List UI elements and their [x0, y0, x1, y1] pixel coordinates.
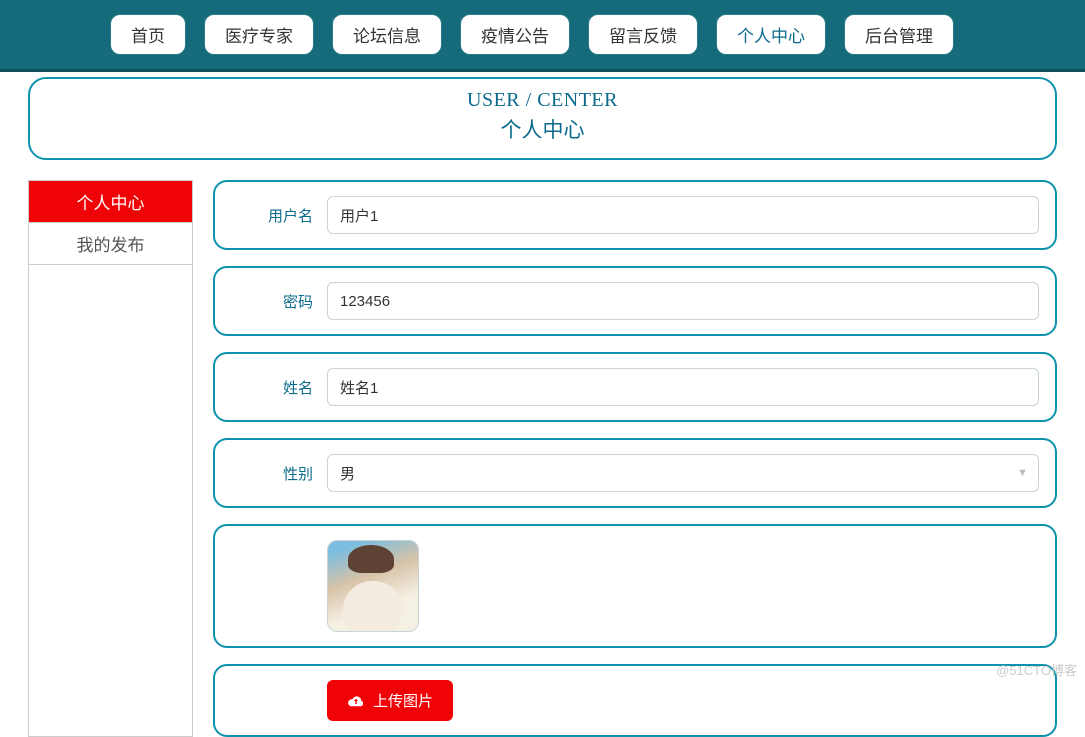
- avatar[interactable]: [327, 540, 419, 632]
- page-title-en: USER / CENTER: [30, 89, 1055, 112]
- form-row-username: 用户名: [213, 180, 1057, 250]
- sidebar-item-user-center[interactable]: 个人中心: [29, 181, 192, 223]
- form-row-password: 密码: [213, 266, 1057, 336]
- select-gender-value: 男: [340, 463, 355, 484]
- page-title-cn: 个人中心: [30, 114, 1055, 144]
- label-name: 姓名: [215, 377, 327, 398]
- chevron-down-icon: ▼: [1017, 467, 1028, 479]
- form-row-gender: 性别 男 ▼: [213, 438, 1057, 508]
- nav-experts[interactable]: 医疗专家: [204, 14, 314, 55]
- nav-announce[interactable]: 疫情公告: [460, 14, 570, 55]
- nav-admin[interactable]: 后台管理: [844, 14, 954, 55]
- form-row-name: 姓名: [213, 352, 1057, 422]
- select-gender[interactable]: 男 ▼: [327, 454, 1039, 492]
- cloud-upload-icon: [347, 694, 365, 708]
- sidebar: 个人中心 我的发布: [28, 180, 193, 737]
- watermark: @51CTO博客: [996, 660, 1077, 679]
- label-username: 用户名: [215, 205, 327, 226]
- nav-feedback[interactable]: 留言反馈: [588, 14, 698, 55]
- upload-image-button[interactable]: 上传图片: [327, 680, 453, 721]
- nav-user-center[interactable]: 个人中心: [716, 14, 826, 55]
- page-title-card: USER / CENTER 个人中心: [28, 77, 1057, 160]
- sidebar-item-my-posts[interactable]: 我的发布: [29, 223, 192, 265]
- form-row-avatar: [213, 524, 1057, 648]
- label-password: 密码: [215, 291, 327, 312]
- input-password[interactable]: [327, 282, 1039, 320]
- nav-forum[interactable]: 论坛信息: [332, 14, 442, 55]
- input-name[interactable]: [327, 368, 1039, 406]
- form-row-upload: 上传图片: [213, 664, 1057, 737]
- form-area: 用户名 密码 姓名 性别 男 ▼: [213, 180, 1057, 737]
- upload-label: 上传图片: [373, 690, 433, 711]
- top-navbar: 首页 医疗专家 论坛信息 疫情公告 留言反馈 个人中心 后台管理: [0, 0, 1085, 72]
- nav-home[interactable]: 首页: [110, 14, 186, 55]
- label-gender: 性别: [215, 463, 327, 484]
- input-username[interactable]: [327, 196, 1039, 234]
- content-area: 个人中心 我的发布 用户名 密码 姓名 性别 男 ▼: [0, 160, 1085, 737]
